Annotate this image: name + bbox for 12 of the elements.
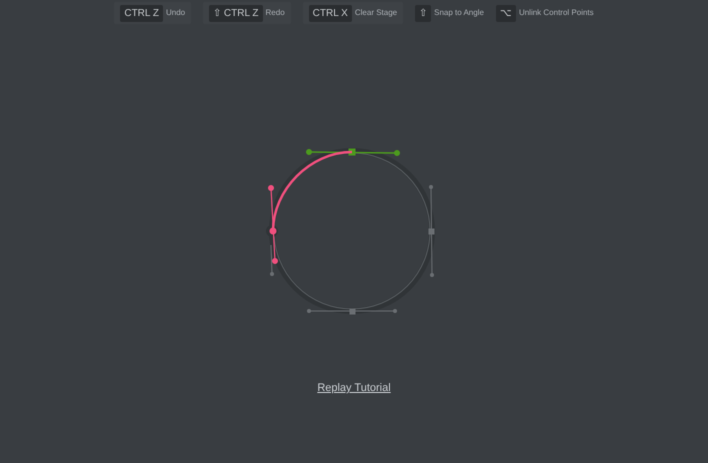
- shortcut-label: Clear Stage: [354, 7, 398, 19]
- key-label: CTRL Z: [120, 4, 163, 22]
- shortcut-label: Redo: [266, 7, 285, 19]
- key-label: ⌥: [496, 4, 516, 22]
- shortcut-label: Unlink Control Points: [518, 7, 594, 19]
- key-label: ⇧ CTRL Z: [209, 4, 263, 22]
- key-label: CTRL X: [308, 4, 352, 22]
- shortcut-label: Snap to Angle: [434, 7, 484, 19]
- shortcut-label: Undo: [166, 7, 186, 19]
- key-label: ⇧: [415, 4, 432, 22]
- guide-handle: [270, 244, 274, 276]
- replay-tutorial-link[interactable]: Replay Tutorial: [317, 380, 391, 396]
